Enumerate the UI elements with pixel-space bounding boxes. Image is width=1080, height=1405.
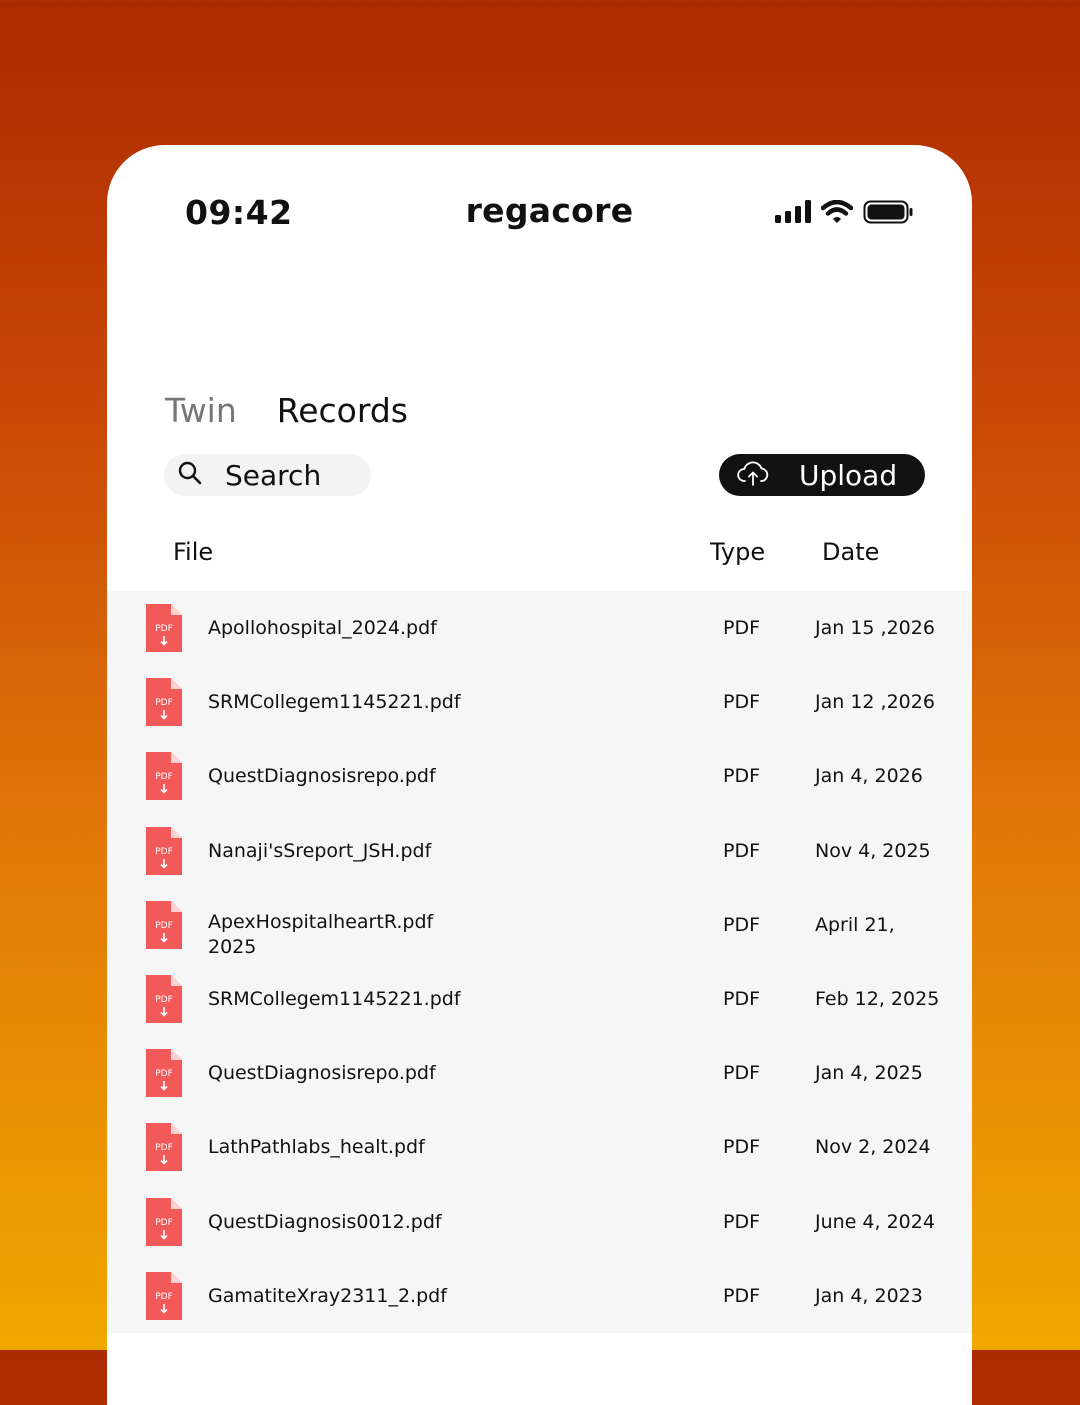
file-date: Nov 2, 2024 xyxy=(815,1136,931,1159)
file-date: Feb 12, 2025 xyxy=(815,987,940,1010)
records-list: PDF Apollohospital_2024.pdf PDF Jan 15 ,… xyxy=(107,591,972,1333)
file-type: PDF xyxy=(723,617,761,639)
table-row[interactable]: PDF QuestDiagnosisrepo.pdf PDF Jan 4, 20… xyxy=(107,1036,972,1110)
search-icon xyxy=(164,460,203,490)
search-input[interactable]: Search xyxy=(164,454,371,496)
pdf-file-icon: PDF xyxy=(146,1271,182,1320)
file-name: Nanaji'sSreport_JSH.pdf xyxy=(208,839,432,862)
tab-bar: Twin Records xyxy=(165,391,408,430)
file-date: Nov 4, 2025 xyxy=(815,839,931,862)
pdf-file-icon: PDF xyxy=(146,752,182,801)
signal-icon xyxy=(775,200,811,228)
file-name: GamatiteXray2311_2.pdf xyxy=(208,1284,447,1307)
svg-text:PDF: PDF xyxy=(155,921,173,931)
svg-text:PDF: PDF xyxy=(155,1292,173,1302)
table-row[interactable]: PDF QuestDiagnosis0012.pdf PDF June 4, 2… xyxy=(107,1185,972,1259)
pdf-file-icon: PDF xyxy=(146,826,182,875)
file-type: PDF xyxy=(723,913,761,936)
table-row[interactable]: PDF Apollohospital_2024.pdf PDF Jan 15 ,… xyxy=(107,591,972,665)
column-header-type[interactable]: Type xyxy=(710,538,765,566)
table-row[interactable]: PDF GamatiteXray2311_2.pdf PDF Jan 4, 20… xyxy=(107,1259,972,1333)
table-row[interactable]: PDF SRMCollegem1145221.pdf PDF Jan 12 ,2… xyxy=(107,665,972,739)
pdf-file-icon: PDF xyxy=(146,974,182,1023)
file-name: SRMCollegem1145221.pdf xyxy=(208,987,461,1010)
svg-text:PDF: PDF xyxy=(155,1143,173,1153)
file-date: Jan 4, 2023 xyxy=(815,1284,923,1307)
upload-label: Upload xyxy=(799,458,898,492)
svg-text:PDF: PDF xyxy=(155,772,173,782)
file-type: PDF xyxy=(723,1210,761,1233)
file-date: April 21, xyxy=(815,913,895,936)
table-row[interactable]: PDF ApexHospitalheartR.pdf 2025 PDF Apri… xyxy=(107,888,972,962)
file-type: PDF xyxy=(723,987,761,1010)
pdf-file-icon: PDF xyxy=(146,678,182,727)
column-header-file[interactable]: File xyxy=(173,538,213,566)
table-header: File Type Date xyxy=(107,538,972,572)
search-placeholder: Search xyxy=(225,458,322,492)
file-name: Apollohospital_2024.pdf xyxy=(208,617,437,639)
file-type: PDF xyxy=(723,1284,761,1307)
file-date: Jan 4, 2025 xyxy=(815,1062,923,1085)
table-row[interactable]: PDF QuestDiagnosisrepo.pdf PDF Jan 4, 20… xyxy=(107,739,972,813)
file-name: QuestDiagnosis0012.pdf xyxy=(208,1210,442,1233)
upload-button[interactable]: Upload xyxy=(719,454,925,496)
file-type: PDF xyxy=(723,691,761,714)
status-icons xyxy=(775,199,913,228)
table-row[interactable]: PDF Nanaji'sSreport_JSH.pdf PDF Nov 4, 2… xyxy=(107,814,972,888)
file-date: Jan 12 ,2026 xyxy=(815,691,935,714)
file-type: PDF xyxy=(723,765,761,788)
svg-text:PDF: PDF xyxy=(155,995,173,1005)
file-name: SRMCollegem1145221.pdf xyxy=(208,691,461,714)
battery-icon xyxy=(863,200,913,228)
svg-text:PDF: PDF xyxy=(155,698,173,708)
svg-text:PDF: PDF xyxy=(155,1218,173,1228)
svg-text:PDF: PDF xyxy=(155,847,173,857)
file-date: June 4, 2024 xyxy=(815,1210,935,1233)
pdf-file-icon: PDF xyxy=(146,604,182,652)
file-type: PDF xyxy=(723,1062,761,1085)
pdf-file-icon: PDF xyxy=(146,1049,182,1098)
column-header-date[interactable]: Date xyxy=(822,538,879,566)
tab-twin[interactable]: Twin xyxy=(165,391,237,430)
wifi-icon xyxy=(820,199,854,228)
file-name: ApexHospitalheartR.pdf 2025 xyxy=(208,910,434,958)
pdf-file-icon: PDF xyxy=(146,900,182,949)
phone-frame: 09:42 regacore Twin Records Search Uploa… xyxy=(107,145,972,1405)
file-name: QuestDiagnosisrepo.pdf xyxy=(208,765,436,788)
tab-records[interactable]: Records xyxy=(277,391,408,430)
file-date: Jan 15 ,2026 xyxy=(815,617,935,639)
file-name: LathPathlabs_healt.pdf xyxy=(208,1136,425,1159)
file-name: QuestDiagnosisrepo.pdf xyxy=(208,1062,436,1085)
table-row[interactable]: PDF LathPathlabs_healt.pdf PDF Nov 2, 20… xyxy=(107,1110,972,1184)
file-type: PDF xyxy=(723,839,761,862)
pdf-file-icon: PDF xyxy=(146,1197,182,1246)
svg-text:PDF: PDF xyxy=(155,1069,173,1079)
file-type: PDF xyxy=(723,1136,761,1159)
file-date: Jan 4, 2026 xyxy=(815,765,923,788)
table-row[interactable]: PDF SRMCollegem1145221.pdf PDF Feb 12, 2… xyxy=(107,962,972,1036)
pdf-file-icon: PDF xyxy=(146,1123,182,1172)
svg-text:PDF: PDF xyxy=(155,624,173,634)
cloud-upload-icon xyxy=(719,460,769,490)
